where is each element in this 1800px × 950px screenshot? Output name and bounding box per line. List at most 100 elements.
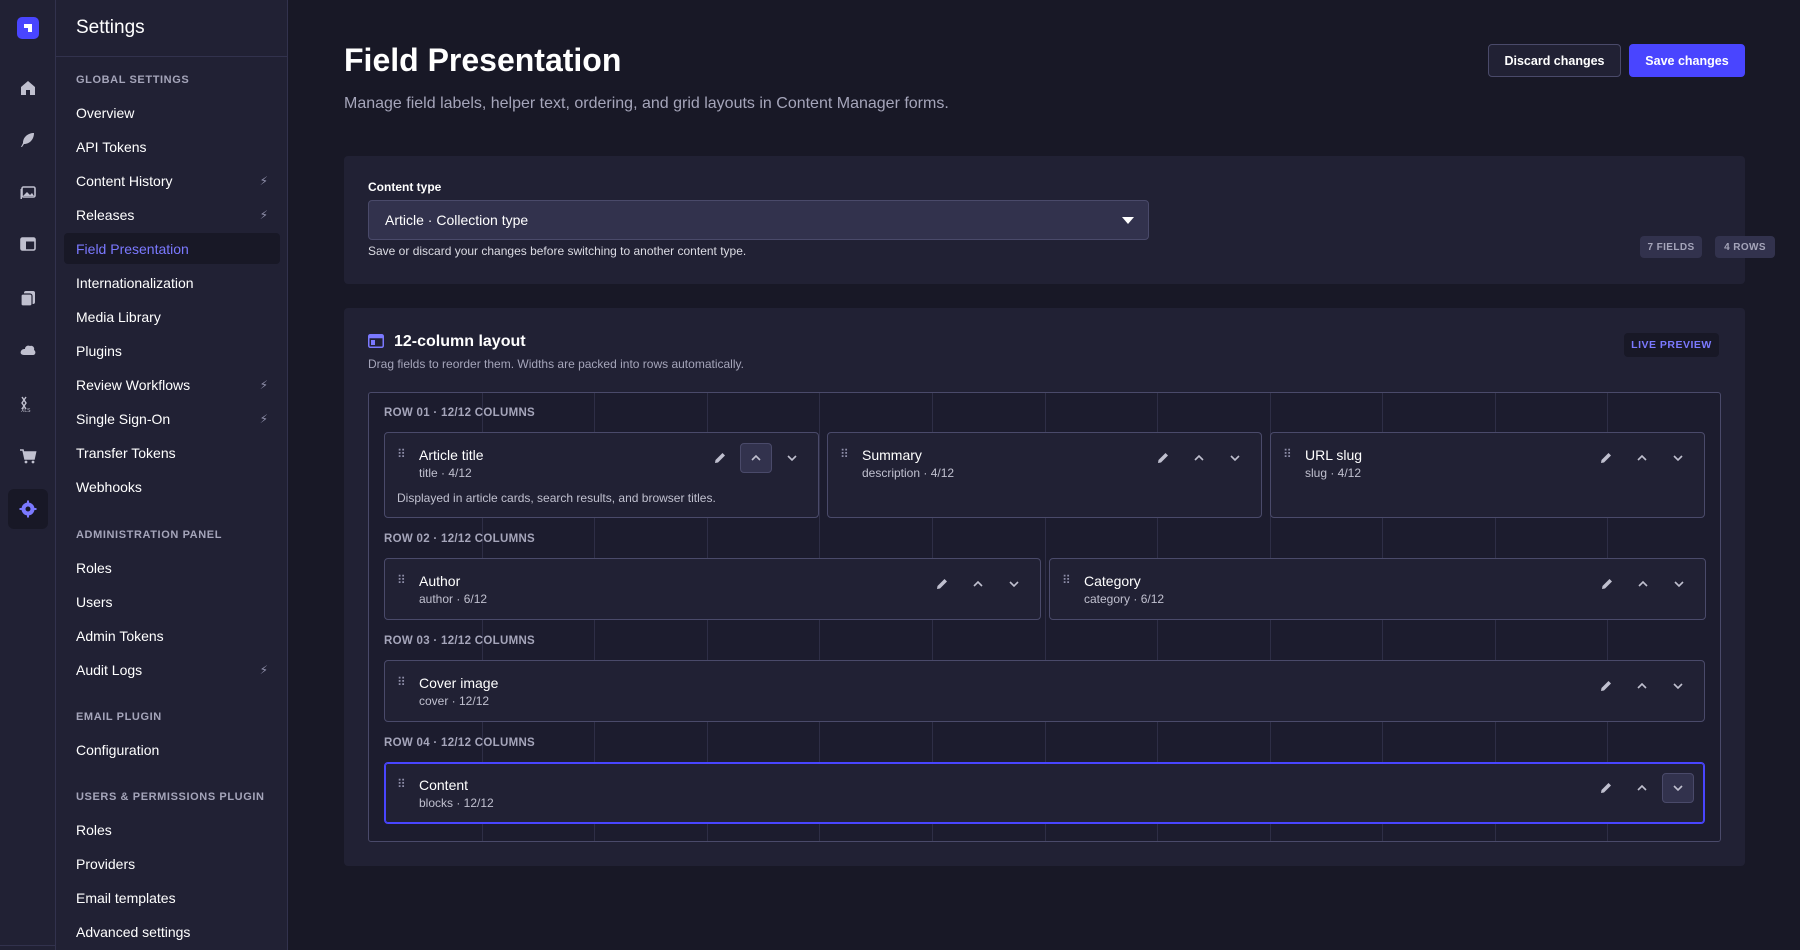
field-card[interactable]: ⠿ Article title title · 4/12 Displayed in a…	[384, 432, 819, 518]
feather-icon[interactable]	[8, 120, 48, 160]
drag-handle-icon[interactable]: ⠿	[1283, 448, 1292, 460]
caret-down-icon	[1122, 217, 1134, 224]
sidebar-item-label: Webhooks	[76, 478, 142, 495]
move-up-chevron-icon[interactable]	[1627, 569, 1659, 599]
move-up-chevron-icon[interactable]	[962, 569, 994, 599]
page-title: Field Presentation	[344, 42, 622, 78]
edit-pencil-icon[interactable]	[926, 569, 958, 599]
sidebar-item-audit-logs[interactable]: Audit Logs ⚡	[64, 654, 280, 685]
row-label: ROW 01 · 12/12 COLUMNS	[384, 407, 536, 419]
sidebar-item-review-workflows[interactable]: Review Workflows ⚡	[64, 369, 280, 400]
field-card[interactable]: ⠿ Summary description · 4/12	[827, 432, 1262, 518]
sidebar-item-providers[interactable]: Providers	[64, 848, 280, 879]
sidebar-item-webhooks[interactable]: Webhooks	[64, 471, 280, 502]
cart-icon[interactable]	[8, 436, 48, 476]
sidebar-item-plugins[interactable]: Plugins	[64, 335, 280, 366]
edit-pencil-icon[interactable]	[1590, 443, 1622, 473]
section-title-administration-panel: ADMINISTRATION PANEL	[76, 529, 223, 541]
field-card[interactable]: ⠿ Content blocks · 12/12	[384, 762, 1705, 824]
sidebar-item-media-library[interactable]: Media Library	[64, 301, 280, 332]
lightning-icon: ⚡	[259, 411, 268, 426]
sidebar-item-advanced-settings[interactable]: Advanced settings	[64, 916, 280, 947]
move-down-chevron-icon[interactable]	[998, 569, 1030, 599]
field-name: Cover image	[419, 675, 499, 691]
drag-handle-icon[interactable]: ⠿	[397, 778, 406, 790]
edit-pencil-icon[interactable]	[704, 443, 736, 473]
layout-icon[interactable]	[8, 224, 48, 264]
sidebar-item-up-roles[interactable]: Roles	[64, 814, 280, 845]
xls-icon[interactable]: XLS	[8, 384, 48, 424]
move-up-chevron-icon[interactable]	[1626, 671, 1658, 701]
content-type-card: Content type Article · Collection type S…	[344, 156, 1775, 284]
settings-sidebar: Settings GLOBAL SETTINGS Overview API To…	[56, 0, 288, 950]
edit-pencil-icon[interactable]	[1590, 671, 1622, 701]
discard-changes-button[interactable]: Discard changes	[1488, 44, 1621, 77]
settings-icon[interactable]	[8, 489, 48, 529]
sidebar-item-overview[interactable]: Overview	[64, 97, 280, 128]
content-type-select[interactable]: Article · Collection type	[368, 200, 1149, 240]
section-title-global-settings: GLOBAL SETTINGS	[76, 74, 190, 86]
edit-pencil-icon[interactable]	[1590, 773, 1622, 803]
save-changes-button[interactable]: Save changes	[1629, 44, 1745, 77]
move-down-chevron-icon[interactable]	[776, 443, 808, 473]
strapi-logo-icon[interactable]	[17, 17, 39, 39]
lightning-icon: ⚡	[259, 207, 268, 222]
move-up-chevron-icon[interactable]	[1626, 443, 1658, 473]
home-icon[interactable]	[8, 68, 48, 108]
move-down-chevron-icon[interactable]	[1219, 443, 1251, 473]
row-label: ROW 03 · 12/12 COLUMNS	[384, 635, 536, 647]
cloud-icon[interactable]	[8, 330, 48, 370]
sidebar-item-label: Plugins	[76, 342, 122, 359]
edit-pencil-icon[interactable]	[1147, 443, 1179, 473]
sidebar-item-single-sign-on[interactable]: Single Sign-On ⚡	[64, 403, 280, 434]
sidebar-item-content-history[interactable]: Content History ⚡	[64, 165, 280, 196]
move-up-chevron-icon[interactable]	[740, 443, 772, 473]
content-type-hint: Save or discard your changes before swit…	[368, 244, 747, 258]
move-up-chevron-icon[interactable]	[1626, 773, 1658, 803]
move-down-chevron-icon[interactable]	[1662, 443, 1694, 473]
content-type-label: Content type	[368, 180, 442, 194]
sidebar-item-admin-tokens[interactable]: Admin Tokens	[64, 620, 280, 651]
sidebar-item-transfer-tokens[interactable]: Transfer Tokens	[64, 437, 280, 468]
sidebar-item-label: Advanced settings	[76, 923, 191, 940]
move-down-chevron-icon[interactable]	[1662, 773, 1694, 803]
sidebar-item-internationalization[interactable]: Internationalization	[64, 267, 280, 298]
field-actions	[1590, 443, 1694, 473]
field-meta: slug · 4/12	[1305, 466, 1362, 480]
sidebar-item-email-templates[interactable]: Email templates	[64, 882, 280, 913]
field-actions	[1591, 569, 1695, 599]
field-card[interactable]: ⠿ Author author · 6/12	[384, 558, 1041, 620]
move-up-chevron-icon[interactable]	[1183, 443, 1215, 473]
field-card[interactable]: ⠿ Category category · 6/12	[1049, 558, 1706, 620]
drag-handle-icon[interactable]: ⠿	[397, 448, 406, 460]
move-down-chevron-icon[interactable]	[1662, 671, 1694, 701]
field-card[interactable]: ⠿ Cover image cover · 12/12	[384, 660, 1705, 722]
move-down-chevron-icon[interactable]	[1663, 569, 1695, 599]
layout-title: 12-column layout	[394, 333, 526, 350]
sidebar-item-field-presentation[interactable]: Field Presentation	[64, 233, 280, 264]
field-meta: category · 6/12	[1084, 592, 1165, 606]
sidebar-item-releases[interactable]: Releases ⚡	[64, 199, 280, 230]
layout-subtitle: Drag fields to reorder them. Widths are …	[368, 357, 744, 371]
field-name: Category	[1084, 573, 1141, 589]
drag-handle-icon[interactable]: ⠿	[840, 448, 849, 460]
sidebar-item-label: Configuration	[76, 741, 160, 758]
sidebar-item-roles[interactable]: Roles	[64, 552, 280, 583]
layout-grid-icon	[368, 334, 384, 348]
sidebar-item-label: Media Library	[76, 308, 161, 325]
field-card[interactable]: ⠿ URL slug slug · 4/12	[1270, 432, 1705, 518]
drag-handle-icon[interactable]: ⠿	[397, 676, 406, 688]
field-actions	[1147, 443, 1251, 473]
field-help-text: Displayed in article cards, search resul…	[397, 491, 716, 505]
drag-handle-icon[interactable]: ⠿	[1062, 574, 1071, 586]
sidebar-item-api-tokens[interactable]: API Tokens	[64, 131, 280, 162]
media-icon[interactable]	[8, 172, 48, 212]
sidebar-item-configuration[interactable]: Configuration	[64, 734, 280, 765]
pages-icon[interactable]	[8, 278, 48, 318]
edit-pencil-icon[interactable]	[1591, 569, 1623, 599]
drag-handle-icon[interactable]: ⠿	[397, 574, 406, 586]
sidebar-item-label: Overview	[76, 104, 135, 121]
sidebar-item-users[interactable]: Users	[64, 586, 280, 617]
field-meta: author · 6/12	[419, 592, 488, 606]
rail-divider	[0, 945, 56, 946]
